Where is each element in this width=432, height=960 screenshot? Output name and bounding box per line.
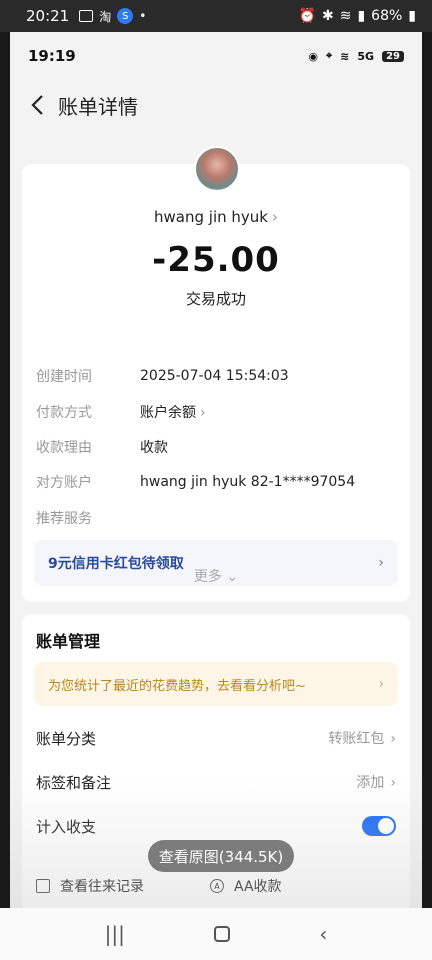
battery-level: 68% (371, 8, 403, 24)
tags-value: 添加 (356, 775, 385, 791)
transaction-card: hwang jin hyuk › -25.00 交易成功 创建时间 2025-07… (22, 146, 410, 602)
detail-row-created: 创建时间 2025-07-04 15:54:03 (36, 364, 396, 388)
bluetooth-icon: ✱ (321, 8, 334, 24)
taobao-icon: 淘 (99, 9, 112, 24)
page-title: 账单详情 (58, 94, 138, 119)
wifi-icon: ≋ (339, 8, 352, 24)
alarm-icon: ⏰ (298, 8, 316, 24)
chevron-down-icon: ⌄ (221, 569, 239, 585)
wifi-icon: ≋ (340, 49, 350, 63)
inner-status-time: 19:19 (28, 47, 76, 65)
include-label: 计入收支 (36, 817, 97, 836)
network-label: 5G (357, 49, 375, 63)
back-nav-button[interactable]: ‹ (319, 922, 327, 946)
include-toggle[interactable] (362, 816, 396, 836)
transaction-status: 交易成功 (185, 290, 246, 308)
tip-text: 为您统计了最近的花费趋势，去看看分析吧~ (48, 678, 306, 694)
category-label: 账单分类 (36, 729, 97, 748)
nav-bar: 账单详情 (10, 80, 422, 130)
app-icon: S (117, 8, 134, 24)
tags-row[interactable]: 标签和备注 添加 › (36, 770, 396, 794)
payee-name-link[interactable]: hwang jin hyuk › (22, 208, 410, 226)
avatar[interactable] (194, 146, 240, 192)
detail-key: 创建时间 (36, 369, 92, 385)
more-label: 更多 (193, 569, 222, 585)
detail-value: 收款 (140, 440, 168, 456)
payee-name: hwang jin hyuk (154, 208, 268, 226)
system-nav-bar: ||| ‹ (0, 908, 432, 960)
location-icon: ⌖ (325, 49, 333, 62)
aa-button[interactable]: A AA收款 (210, 876, 282, 896)
chevron-right-icon: › (390, 775, 396, 791)
detail-row-counterparty: 对方账户 hwang jin hyuk 82-1****97054 (36, 470, 396, 494)
back-button[interactable] (22, 90, 52, 120)
recents-button[interactable]: ||| (105, 922, 125, 946)
inner-battery: 29 (382, 50, 404, 62)
inner-status-bar: 19:19 ◉ ⌖ ≋ 5G 29 (10, 32, 422, 80)
category-row[interactable]: 账单分类 转账红包 › (36, 726, 396, 750)
status-time: 20:21 (26, 7, 70, 25)
view-original-button[interactable]: 查看原图(344.5K) (148, 840, 294, 872)
detail-key: 付款方式 (36, 405, 92, 421)
notification-icons: 淘 S • (79, 8, 146, 25)
spending-tip-banner[interactable]: 为您统计了最近的花费趋势，去看看分析吧~ › (34, 662, 398, 706)
signal-icon: ▮ (357, 8, 366, 24)
chevron-right-icon: › (200, 405, 206, 421)
app-screen: 19:19 ◉ ⌖ ≋ 5G 29 账单详情 hwang jin hyuk › -… (10, 32, 422, 908)
detail-value: 2025-07-04 15:54:03 (140, 368, 289, 384)
section-title: 账单管理 (36, 632, 101, 651)
back-arrow-icon (31, 95, 43, 115)
outer-status-bar: 20:21 淘 S • ⏰ ✱ ≋ ▮ 68% ▮ (0, 0, 432, 32)
aa-icon: A (210, 879, 224, 893)
detail-key: 推荐服务 (36, 511, 92, 527)
system-indicators: ⏰ ✱ ≋ ▮ 68% ▮ (299, 8, 416, 24)
gallery-icon (79, 10, 94, 22)
category-value: 转账红包 (328, 731, 385, 747)
bottom-actions: 查看往来记录 A AA收款 (22, 870, 410, 902)
chevron-right-icon: › (390, 731, 396, 747)
chevron-right-icon: › (271, 208, 278, 226)
detail-row-reason: 收款理由 收款 (36, 435, 396, 459)
chevron-right-icon: › (378, 676, 384, 692)
include-row: 计入收支 (36, 814, 396, 838)
aa-label: AA收款 (234, 879, 282, 895)
dot-icon: • (139, 9, 147, 23)
record-icon: ◉ (308, 49, 318, 63)
history-button[interactable]: 查看往来记录 (36, 876, 144, 896)
detail-row-payment-method[interactable]: 付款方式 账户余额 › (36, 400, 396, 424)
home-button[interactable] (214, 926, 231, 942)
detail-value: hwang jin hyuk 82-1****97054 (140, 474, 356, 490)
detail-key: 对方账户 (36, 475, 92, 491)
amount: -25.00 (152, 240, 280, 280)
detail-value: 账户余额 (140, 405, 196, 421)
inner-indicators: ◉ ⌖ ≋ 5G 29 (308, 49, 404, 63)
tags-label: 标签和备注 (36, 773, 112, 792)
history-icon (36, 879, 50, 893)
battery-icon: ▮ (408, 8, 416, 24)
detail-row-recommended: 推荐服务 (36, 506, 396, 530)
history-label: 查看往来记录 (60, 879, 144, 895)
detail-key: 收款理由 (36, 440, 92, 456)
more-button[interactable]: 更多 ⌄ (22, 566, 410, 586)
